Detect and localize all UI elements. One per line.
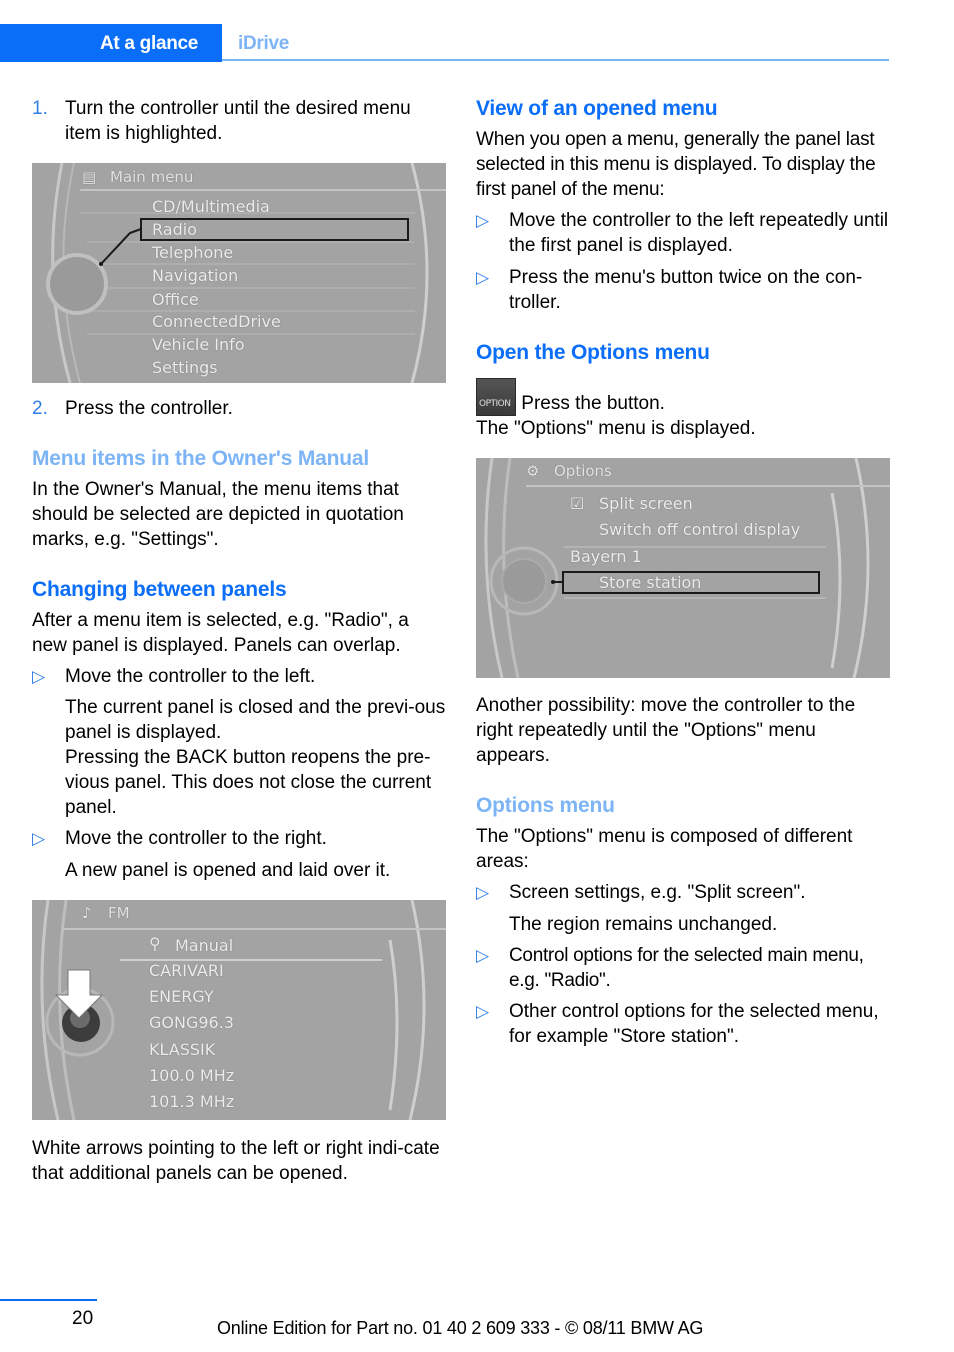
menu-icon: ▤	[82, 168, 97, 186]
screen-frame-graphic	[476, 458, 890, 678]
bullet-subtext: Pressing the BACK button reopens the pre…	[65, 747, 432, 818]
menu-item: Telephone	[152, 243, 234, 262]
bullet-item: ▷ Other control options for the selected…	[476, 999, 890, 1049]
bullet-text: Move the controller to the left repeated…	[509, 210, 889, 256]
another-possibility-paragraph: Another possibility: move the controller…	[476, 695, 856, 766]
bullet-text: Move the controller to the left.	[65, 666, 316, 687]
menu-items-heading: Menu items in the Owner's Manual	[32, 447, 369, 470]
triangle-bullet-icon: ▷	[476, 211, 490, 230]
bullet-text: Control options for the selected main me…	[509, 945, 864, 991]
triangle-bullet-icon: ▷	[476, 268, 490, 287]
station-item: 100.0 MHz	[149, 1066, 235, 1085]
bullet-item: ▷ Move the controller to the left.	[32, 664, 446, 689]
arrows-paragraph: White arrows pointing to the left or rig…	[32, 1138, 440, 1184]
options-displayed-text: The "Options" menu is displayed.	[476, 418, 756, 439]
screen-title: Main menu	[110, 168, 194, 186]
bullet-text: Move the controller to the right.	[65, 828, 327, 849]
press-option-line: OPTION Press the button.	[476, 378, 890, 416]
menu-item: Settings	[152, 358, 218, 377]
search-item: Manual	[175, 936, 234, 955]
header-rule	[222, 59, 889, 61]
station-name: Bayern 1	[570, 547, 642, 566]
option-button-label: OPTION	[479, 399, 511, 409]
option-item: Switch off control display	[599, 520, 801, 539]
bullet-item: ▷ Move the controller to the right.	[32, 826, 446, 851]
bullet-text: Press the menu's button twice on the con…	[509, 267, 863, 313]
controller-knob	[46, 253, 108, 315]
view-opened-menu-paragraph: When you open a menu, generally the pane…	[476, 129, 876, 200]
bullet-item: ▷ Move the controller to the left repeat…	[476, 208, 890, 258]
screen-title: Options	[554, 462, 612, 480]
options-menu-screenshot: ⚙ Options ☑ Split screen Switch off cont…	[476, 458, 890, 678]
changing-panels-paragraph: After a menu item is selected, e.g. "Rad…	[32, 610, 409, 656]
right-column: View of an opened menu When you open a m…	[476, 96, 890, 1049]
options-menu-paragraph: The "Options" menu is composed of differ…	[476, 826, 853, 872]
station-item: CARIVARI	[149, 961, 224, 980]
step-text: Press the controller.	[65, 398, 233, 419]
station-item: ENERGY	[149, 987, 214, 1006]
options-menu-heading: Options menu	[476, 794, 615, 817]
bullet-subtext: The current panel is closed and the prev…	[65, 697, 446, 743]
step-number: 1.	[32, 98, 48, 119]
bullet-item: ▷ Control options for the selected main …	[476, 943, 890, 993]
station-item: KLASSIK	[149, 1040, 216, 1059]
step-text: Turn the controller until the desired me…	[65, 98, 411, 144]
bullet-text: Other control options for the selected m…	[509, 1001, 879, 1047]
checkbox-checked-icon: ☑	[570, 494, 585, 513]
changing-panels-heading: Changing between panels	[32, 578, 287, 601]
step-number: 2.	[32, 398, 48, 419]
step-1: 1. Turn the controller until the desired…	[32, 96, 446, 146]
press-text: Press the button.	[516, 393, 665, 414]
open-options-heading: Open the Options menu	[476, 341, 710, 364]
menu-item: Vehicle Info	[152, 335, 245, 354]
station-item: 101.3 MHz	[149, 1092, 235, 1111]
option-button-icon[interactable]: OPTION	[476, 378, 516, 416]
menu-item: CD/Multimedia	[152, 197, 270, 216]
triangle-bullet-icon: ▷	[32, 829, 46, 848]
triangle-bullet-icon: ▷	[476, 1002, 490, 1021]
bullet-subtext: A new panel is opened and laid over it.	[65, 860, 391, 881]
bullet-subtext: The region remains unchanged.	[509, 914, 778, 935]
menu-item: Navigation	[152, 266, 239, 285]
menu-item: Office	[152, 290, 199, 309]
menu-item-highlighted: Radio	[152, 220, 197, 239]
main-menu-screenshot: ▤ Main menu CD/Multimedia Radio Telephon…	[32, 163, 446, 383]
bullet-item: ▷ Screen settings, e.g. "Split screen".	[476, 880, 890, 905]
bullet-item: ▷ Press the menu's button twice on the c…	[476, 265, 890, 315]
view-opened-menu-heading: View of an opened menu	[476, 97, 718, 120]
header-section-current[interactable]: iDrive	[238, 31, 289, 56]
header-section-active[interactable]: At a glance	[100, 31, 198, 56]
page-number: 20	[72, 1308, 94, 1329]
radio-icon: ♪	[82, 904, 92, 922]
option-item-highlighted: Store station	[599, 573, 702, 592]
search-icon: ⚲	[149, 934, 161, 953]
menu-items-paragraph: In the Owner's Manual, the menu items th…	[32, 479, 404, 550]
screen-title: FM	[108, 904, 130, 922]
controller-knob	[501, 558, 547, 604]
triangle-bullet-icon: ▷	[476, 946, 490, 965]
menu-item: ConnectedDrive	[152, 312, 281, 331]
screen-frame-graphic	[32, 900, 446, 1120]
option-item: Split screen	[599, 494, 693, 513]
triangle-bullet-icon: ▷	[476, 883, 490, 902]
fm-panel-screenshot: ♪ FM ⚲ Manual CARIVARI ENERGY GONG96.3 K…	[32, 900, 446, 1120]
bullet-text: Screen settings, e.g. "Split screen".	[509, 882, 806, 903]
options-icon: ⚙	[526, 462, 540, 480]
step-2: 2. Press the controller.	[32, 396, 446, 421]
edition-text: Online Edition for Part no. 01 40 2 609 …	[217, 1318, 704, 1338]
station-item: GONG96.3	[149, 1013, 234, 1032]
left-column: 1. Turn the controller until the desired…	[32, 96, 446, 1186]
triangle-bullet-icon: ▷	[32, 667, 46, 686]
footer-rule	[0, 1299, 97, 1301]
